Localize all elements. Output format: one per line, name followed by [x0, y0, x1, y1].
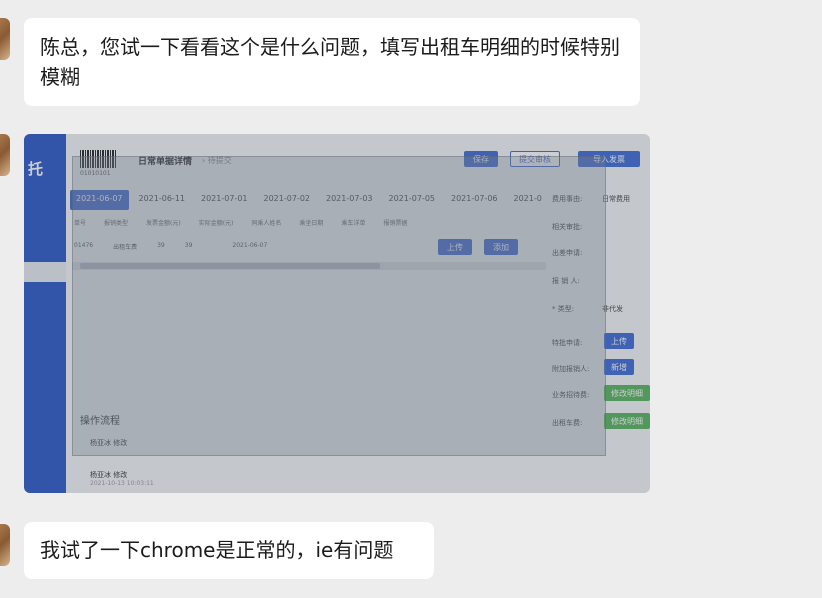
screenshot-image[interactable]: 托 01010101 日常单据详情 › 待提交 保存 提交审核 导入发票 202… [24, 134, 650, 493]
message-bubble: 陈总，您试一下看看这个是什么问题，填写出租车明细的时候特别模糊 [24, 18, 640, 106]
avatar[interactable] [0, 18, 10, 60]
message-text: 我试了一下chrome是正常的，ie有问题 [40, 538, 394, 562]
avatar[interactable] [0, 524, 10, 566]
avatar[interactable] [0, 134, 10, 176]
blurry-modal [72, 156, 606, 456]
message-text: 陈总，您试一下看看这个是什么问题，填写出租车明细的时候特别模糊 [40, 35, 620, 89]
message-bubble: 我试了一下chrome是正常的，ie有问题 [24, 522, 434, 579]
